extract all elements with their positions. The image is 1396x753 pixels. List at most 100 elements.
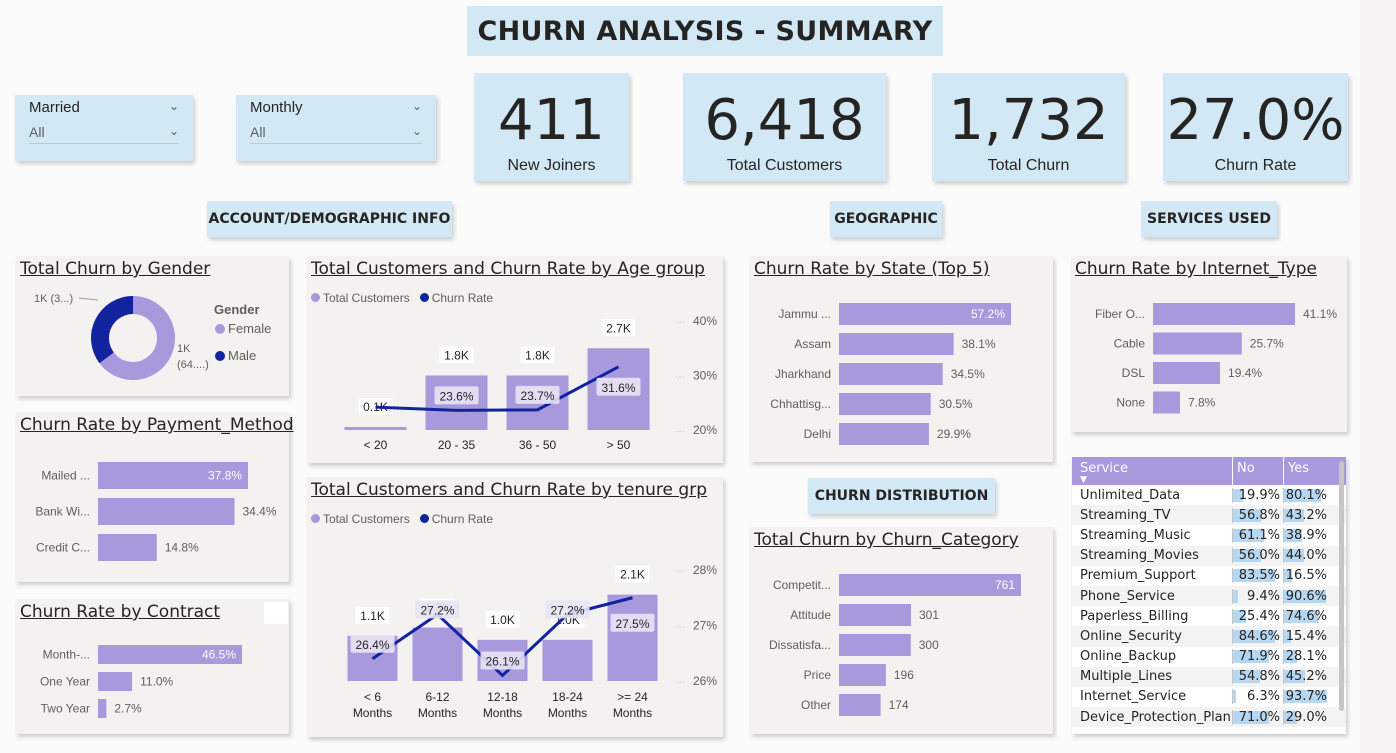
table-row[interactable]: Phone_Service 9.4% 90.6% xyxy=(1072,585,1346,607)
bar[interactable] xyxy=(98,672,133,691)
contract-panel[interactable]: Churn Rate by Contract Month-... 46.5% One… xyxy=(16,599,289,734)
cell-value: 28.1% xyxy=(1285,649,1327,665)
bar[interactable] xyxy=(1153,391,1180,414)
bar[interactable] xyxy=(839,393,931,415)
tenure-panel[interactable]: Total Customers and Churn Rate by tenure… xyxy=(307,477,723,737)
married-slicer[interactable]: Married ⌄ All ⌄ xyxy=(15,95,193,161)
data-label: 34.4% xyxy=(243,505,277,519)
legend-label[interactable]: Male xyxy=(228,348,256,363)
bar[interactable] xyxy=(839,634,911,656)
data-label: 2.7K xyxy=(606,321,631,335)
donut-slice[interactable] xyxy=(91,296,133,364)
kpi-new-joiners: 411 New Joiners xyxy=(474,73,629,181)
data-label: 46.5% xyxy=(202,648,236,662)
kpi-label: New Joiners xyxy=(507,157,596,174)
internet-panel[interactable]: Churn Rate by Internet_Type Fiber O... 41… xyxy=(1071,256,1347,432)
payment-bar-chart[interactable]: Mailed ... 37.8% Bank Wi... 34.4% Credit C..… xyxy=(16,412,289,582)
cell-value: 19.9% xyxy=(1238,487,1280,503)
chevron-down-icon[interactable]: ⌄ xyxy=(169,99,179,116)
internet-bar-chart[interactable]: Fiber O... 41.1% Cable 25.7% DSL 19.4% None 7.8… xyxy=(1071,256,1347,432)
tick-label: 27% xyxy=(693,619,717,633)
data-bar-fill xyxy=(1233,690,1237,704)
legend-dot xyxy=(215,324,225,334)
contract-bar-chart[interactable]: Month-... 46.5% One Year 11.0% Two Year 2.7% xyxy=(16,599,289,734)
bar[interactable] xyxy=(839,363,943,385)
grid-dots: ··· xyxy=(675,622,685,633)
data-label: 37.8% xyxy=(208,469,242,483)
column-header-yes[interactable]: Yes xyxy=(1283,457,1330,485)
table-cell-no: 61.1% xyxy=(1232,527,1283,543)
bar[interactable] xyxy=(1153,303,1295,325)
table-row[interactable]: Streaming_Music 61.1% 38.9% xyxy=(1072,525,1346,545)
category-panel[interactable]: Total Churn by Churn_Category Competit..… xyxy=(750,527,1053,734)
bar[interactable] xyxy=(839,694,881,716)
monthly-slicer-value[interactable]: All xyxy=(250,124,266,140)
bar[interactable] xyxy=(542,639,593,681)
table-row[interactable]: Streaming_Movies 56.0% 44.0% xyxy=(1072,545,1346,566)
age-combo-chart[interactable]: 40%···30%···20%···0.1K< 201.8K20 - 351.8… xyxy=(307,256,723,463)
table-row[interactable]: Premium_Support 83.5% 16.5% xyxy=(1072,566,1346,586)
bar[interactable] xyxy=(839,664,886,686)
bar[interactable] xyxy=(839,333,954,355)
tenure-combo-chart[interactable]: 28%···27%···26%···1.1K< 6Months1.3K6-12M… xyxy=(307,477,723,737)
category-label: 18-24 xyxy=(552,690,583,704)
bar[interactable] xyxy=(98,534,157,561)
gender-donut-chart[interactable]: 1K (3...) 1K (64....) Gender Female Male xyxy=(16,256,289,396)
chevron-down-icon[interactable]: ⌄ xyxy=(412,124,422,140)
data-label: 30.5% xyxy=(939,397,973,411)
table-row[interactable]: Device_Protection_Plan 71.0% 29.0% xyxy=(1072,707,1346,728)
gender-panel[interactable]: Total Churn by Gender 1K (3...) 1K (64....… xyxy=(16,256,289,396)
table-row[interactable]: Unlimited_Data 19.9% 80.1% xyxy=(1072,485,1346,505)
bar[interactable] xyxy=(412,627,463,681)
state-bar-chart[interactable]: Jammu ... 57.2%Assam 38.1%Jharkhand 34.5%Ch… xyxy=(750,256,1053,462)
table-row[interactable]: Online_Backup 71.9% 28.1% xyxy=(1072,647,1346,667)
married-slicer-value[interactable]: All xyxy=(29,124,45,140)
table-cell-service: Phone_Service xyxy=(1080,588,1175,604)
bar[interactable] xyxy=(607,594,658,681)
sort-down-icon[interactable]: ▼ xyxy=(1080,476,1232,485)
monthly-slicer[interactable]: Monthly ⌄ All ⌄ xyxy=(236,95,436,161)
cell-value: 56.8% xyxy=(1238,507,1280,523)
table-row[interactable]: Paperless_Billing 25.4% 74.6% xyxy=(1072,606,1346,626)
payment-panel[interactable]: Churn Rate by Payment_Method Mailed ... 3… xyxy=(16,412,294,582)
kpi-label: Total Customers xyxy=(726,157,843,174)
table-cell-yes: 43.2% xyxy=(1283,507,1330,523)
column-header-no[interactable]: No xyxy=(1232,457,1283,485)
table-cell-yes: 38.9% xyxy=(1283,527,1330,543)
category-label: One Year xyxy=(40,675,90,689)
state-panel[interactable]: Churn Rate by State (Top 5) Jammu ... 57.… xyxy=(750,256,1053,462)
cell-value: 80.1% xyxy=(1285,487,1327,503)
table-row[interactable]: Streaming_TV 56.8% 43.2% xyxy=(1072,505,1346,526)
data-label: 25.7% xyxy=(1250,337,1284,351)
category-bar-chart[interactable]: Competit... 761 Attitude 301 Dissatisfa... 30… xyxy=(750,527,1053,734)
column-header-service[interactable]: Service ▼ xyxy=(1072,457,1232,485)
data-label: 14.8% xyxy=(165,541,199,555)
category-label: Months xyxy=(613,706,652,720)
category-label: None xyxy=(1116,396,1145,410)
bar[interactable] xyxy=(1153,362,1221,384)
table-scrollbar[interactable] xyxy=(1339,461,1344,711)
bar[interactable] xyxy=(839,423,929,445)
table-cell-no: 71.0% xyxy=(1232,709,1283,725)
table-cell-yes: 90.6% xyxy=(1283,588,1330,604)
bar[interactable] xyxy=(344,426,407,430)
cell-value: 74.6% xyxy=(1285,608,1327,624)
chevron-down-icon[interactable]: ⌄ xyxy=(412,99,422,116)
table-row[interactable]: Internet_Service 6.3% 93.7% xyxy=(1072,687,1346,707)
chevron-down-icon[interactable]: ⌄ xyxy=(169,124,179,140)
table-body: Unlimited_Data 19.9% 80.1% Streaming_TV 56.8… xyxy=(1072,485,1346,728)
data-label: 1.1K xyxy=(360,609,385,623)
bar[interactable] xyxy=(839,604,911,626)
age-panel[interactable]: Total Customers and Churn Rate by Age gr… xyxy=(307,256,723,463)
table-row[interactable]: Multiple_Lines 54.8% 45.2% xyxy=(1072,666,1346,687)
services-table[interactable]: Service ▼ No Yes Unlimited_Data 19.9% 80.1%… xyxy=(1072,457,1346,734)
table-cell-no: 56.8% xyxy=(1232,507,1283,523)
leader-line xyxy=(78,297,99,301)
legend-label[interactable]: Female xyxy=(228,321,271,336)
category-label: Delhi xyxy=(804,427,831,441)
table-row[interactable]: Online_Security 84.6% 15.4% xyxy=(1072,626,1346,647)
bar[interactable] xyxy=(839,574,1021,596)
bar[interactable] xyxy=(98,498,235,525)
bar[interactable] xyxy=(1153,332,1242,355)
bar[interactable] xyxy=(98,699,107,718)
